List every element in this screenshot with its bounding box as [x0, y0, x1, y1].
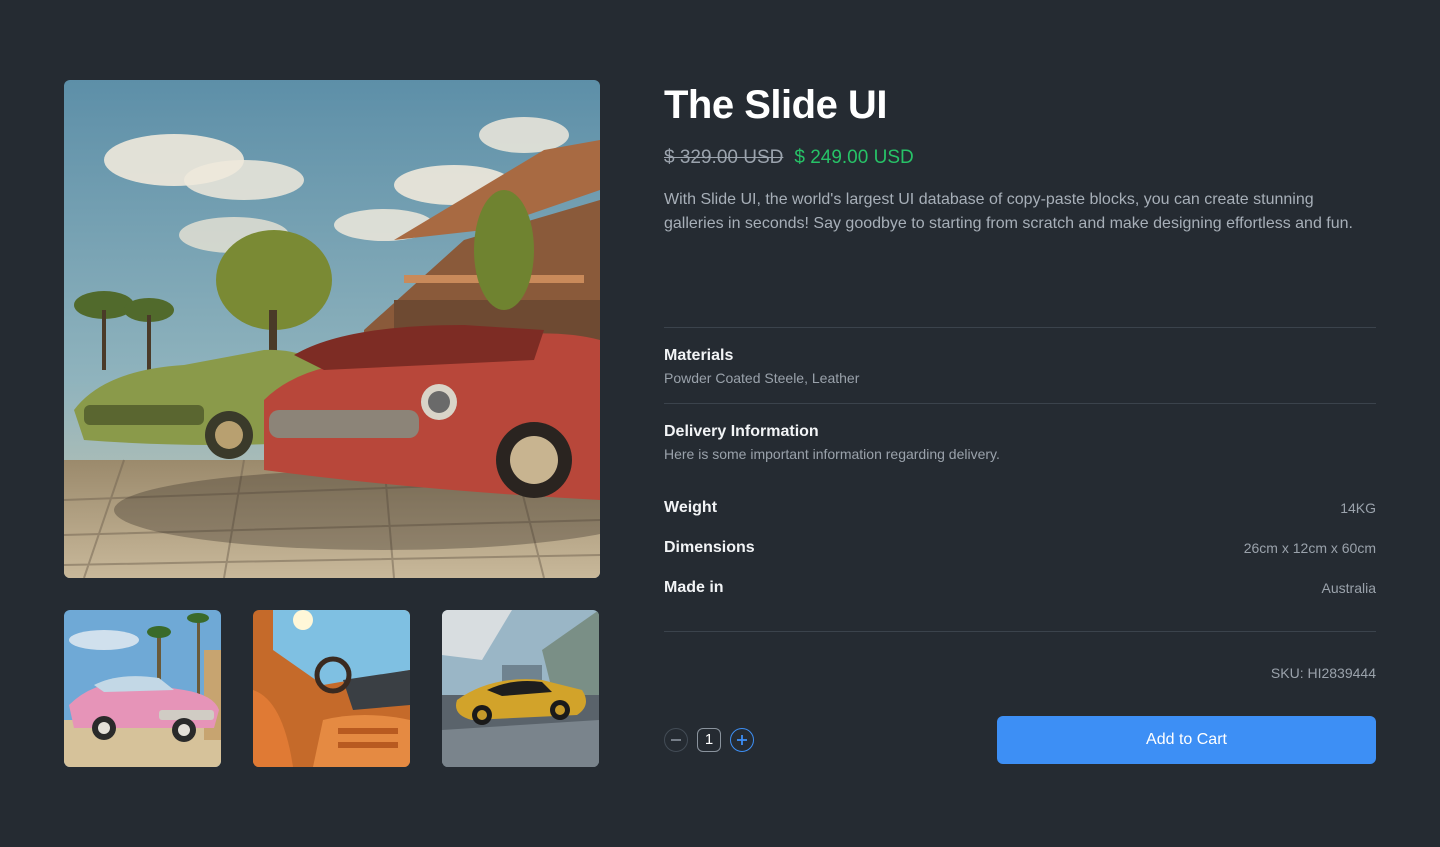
spec-label: Weight — [664, 499, 718, 516]
product-page: The Slide UI $ 329.00 USD $ 249.00 USD W… — [0, 0, 1440, 847]
add-to-cart-button[interactable]: Add to Cart — [997, 716, 1376, 764]
delivery-text: Here is some important information regar… — [664, 446, 1000, 462]
sku-text: SKU: HI2839444 — [1270, 665, 1376, 681]
thumbnail-gold-supercar[interactable] — [442, 610, 599, 767]
plus-icon — [737, 735, 747, 745]
thumbnail-car-interior[interactable] — [253, 610, 410, 767]
materials-text: Powder Coated Steele, Leather — [664, 370, 860, 386]
spec-row-made-in: Made in Australia — [664, 577, 1376, 599]
spec-label: Dimensions — [664, 539, 755, 556]
spec-row-dimensions: Dimensions 26cm x 12cm x 60cm — [664, 537, 1376, 559]
spec-value: 26cm x 12cm x 60cm — [1243, 540, 1376, 556]
price-row: $ 329.00 USD $ 249.00 USD — [664, 146, 914, 170]
main-product-image[interactable] — [64, 80, 600, 578]
materials-title: Materials — [664, 347, 734, 364]
quantity-value[interactable]: 1 — [697, 728, 721, 752]
sale-price: $ 249.00 USD — [794, 147, 914, 168]
spec-value: 14KG — [1340, 500, 1376, 516]
spec-label: Made in — [664, 579, 724, 596]
divider — [664, 327, 1376, 328]
delivery-title: Delivery Information — [664, 423, 819, 440]
minus-icon — [671, 739, 681, 741]
quantity-stepper: 1 — [664, 728, 754, 752]
divider — [664, 403, 1376, 404]
divider — [664, 631, 1376, 632]
spec-row-weight: Weight 14KG — [664, 497, 1376, 519]
spec-value: Australia — [1321, 580, 1376, 596]
decrease-quantity-button[interactable] — [664, 728, 688, 752]
product-title: The Slide UI — [664, 83, 887, 127]
original-price: $ 329.00 USD — [664, 147, 784, 168]
product-description: With Slide UI, the world's largest UI da… — [664, 191, 1353, 232]
thumbnail-pink-car[interactable] — [64, 610, 221, 767]
increase-quantity-button[interactable] — [730, 728, 754, 752]
